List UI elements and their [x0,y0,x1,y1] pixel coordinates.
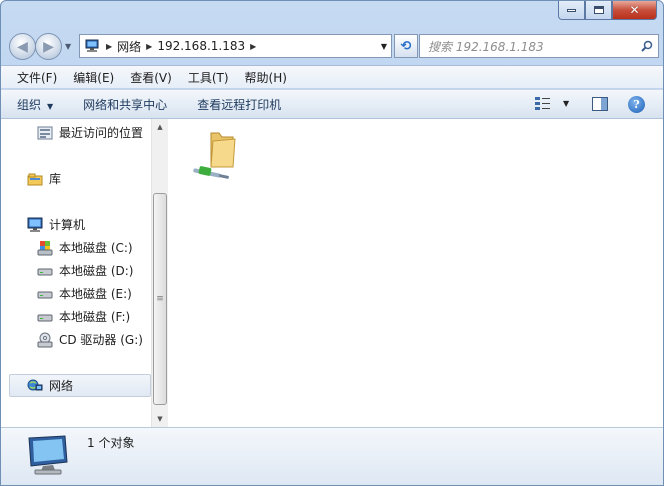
organize-button[interactable]: 组织 ▼ [17,96,53,113]
back-forward-group: ◀ ▶ ▼ [9,33,77,61]
drive-icon [37,286,53,302]
sidebar-item-recent-places[interactable]: 最近访问的位置 [37,124,143,141]
library-icon [27,171,43,187]
maximize-icon [593,6,604,14]
minimize-button[interactable] [558,1,585,20]
network-location-icon [83,39,101,53]
grip-icon: ≡ [156,294,164,304]
chevron-down-icon: ▼ [47,101,54,111]
menu-tools[interactable]: 工具(T) [180,69,237,86]
sidebar-item-label: 库 [49,172,62,186]
breadcrumb-separator-icon[interactable]: ▶ [146,42,152,51]
details-pane: 1 个对象 [1,427,663,485]
back-button[interactable]: ◀ [9,33,36,60]
explorer-window: ✕ ◀ ▶ ▼ ▶ 网络 ▶ 192.168.1.183 ▶ ▼ ⟲ 搜索 19… [0,0,664,486]
address-history-dropdown-icon[interactable]: ▼ [377,42,391,51]
menu-edit[interactable]: 编辑(E) [65,69,122,86]
sidebar-item-libraries[interactable]: 库 [27,170,61,187]
sidebar-item-label: 本地磁盘 (F:) [59,310,131,324]
drive-icon [37,263,53,279]
drive-icon [37,309,53,325]
change-view-button[interactable]: ▼ [535,96,569,110]
sidebar-item-drive-e[interactable]: 本地磁盘 (E:) [37,285,132,302]
shared-folder-item[interactable] [189,127,237,179]
search-placeholder: 搜索 192.168.1.183 [428,39,544,54]
breadcrumb-host[interactable]: 192.168.1.183 [157,39,245,53]
file-list [169,119,663,427]
menu-help[interactable]: 帮助(H) [237,69,295,86]
breadcrumb-separator-icon[interactable]: ▶ [106,42,112,51]
sidebar-item-label: 本地磁盘 (C:) [59,241,133,255]
main-area: 最近访问的位置 库 计算机 本地磁盘 (C:) 本地磁盘 (D:) 本地磁盘 (… [1,119,663,427]
system-drive-icon [37,240,53,256]
search-icon[interactable] [641,40,653,52]
recent-pages-dropdown-icon[interactable]: ▼ [65,42,71,51]
help-button[interactable]: ? [628,96,645,113]
shared-folder-icon [193,132,236,179]
preview-pane-button[interactable] [592,97,608,111]
item-count-text: 1 个对象 [87,436,135,450]
breadcrumb-separator-icon[interactable]: ▶ [250,42,256,51]
sidebar-item-label: 最近访问的位置 [59,126,144,140]
back-arrow-icon: ◀ [17,38,28,55]
scroll-down-icon[interactable]: ▼ [152,411,168,427]
menu-bar: 文件(F) 编辑(E) 查看(V) 工具(T) 帮助(H) [1,65,663,88]
caption-buttons: ✕ [558,1,657,20]
navigation-pane-scrollbar[interactable]: ▲ ≡ ▼ [151,119,168,427]
navigation-bar: ◀ ▶ ▼ ▶ 网络 ▶ 192.168.1.183 ▶ ▼ ⟲ 搜索 192.… [9,31,659,61]
navigation-pane: 最近访问的位置 库 计算机 本地磁盘 (C:) 本地磁盘 (D:) 本地磁盘 (… [1,119,151,427]
sidebar-item-computer[interactable]: 计算机 [27,216,85,233]
search-input[interactable]: 搜索 192.168.1.183 [419,34,659,58]
computer-icon [27,217,43,233]
sidebar-item-label: 本地磁盘 (E:) [59,287,132,301]
forward-button[interactable]: ▶ [35,33,62,60]
breadcrumb-network[interactable]: 网络 [117,38,141,55]
sidebar-item-label: 本地磁盘 (D:) [59,264,134,278]
forward-arrow-icon: ▶ [43,38,54,55]
sidebar-item-cd-drive[interactable]: CD 驱动器 (G:) [37,331,143,348]
sidebar-item-drive-c[interactable]: 本地磁盘 (C:) [37,239,133,256]
network-computer-icon [25,434,71,476]
sidebar-item-label: 网络 [49,379,74,393]
view-remote-printers-button[interactable]: 查看远程打印机 [197,96,281,113]
network-icon [27,378,43,394]
close-icon: ✕ [629,3,640,17]
sidebar-item-label: 计算机 [49,218,86,232]
refresh-button[interactable]: ⟲ [394,34,418,58]
sidebar-item-drive-f[interactable]: 本地磁盘 (F:) [37,308,130,325]
menu-file[interactable]: 文件(F) [9,69,65,86]
sidebar-item-drive-d[interactable]: 本地磁盘 (D:) [37,262,133,279]
sidebar-item-label: CD 驱动器 (G:) [59,333,143,347]
scrollbar-thumb[interactable]: ≡ [153,193,167,405]
menu-view[interactable]: 查看(V) [122,69,180,86]
sidebar-item-network[interactable]: 网络 [27,377,73,394]
scroll-up-icon[interactable]: ▲ [152,119,168,135]
network-sharing-center-button[interactable]: 网络和共享中心 [83,96,167,113]
cd-drive-icon [37,332,53,348]
minimize-icon [567,8,576,12]
organize-label: 组织 [17,97,42,112]
help-icon: ? [633,98,640,111]
refresh-icon: ⟲ [400,38,412,54]
close-button[interactable]: ✕ [612,1,657,20]
recent-places-icon [37,125,53,141]
address-bar[interactable]: ▶ 网络 ▶ 192.168.1.183 ▶ ▼ [79,34,392,58]
view-options-icon [535,97,550,110]
chevron-down-icon: ▼ [563,98,570,108]
command-bar: 组织 ▼ 网络和共享中心 查看远程打印机 ▼ ? [1,89,663,119]
maximize-button[interactable] [585,1,612,20]
